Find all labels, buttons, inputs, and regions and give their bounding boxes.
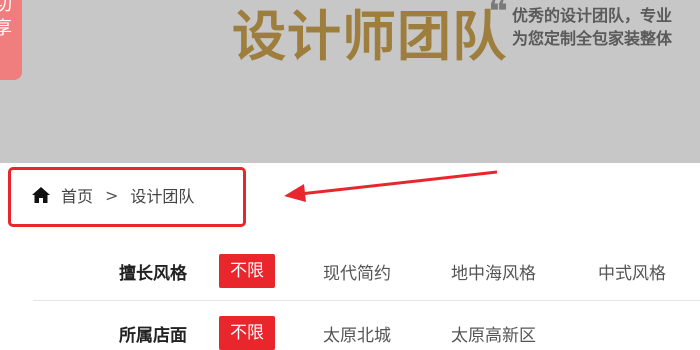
share-tab-glyph-2: 享 xyxy=(0,18,12,39)
banner-slogan-line1: 优秀的设计团队，专业 xyxy=(512,6,673,25)
share-tab-glyph-1: 功 xyxy=(0,0,12,15)
filter-divider xyxy=(33,300,700,301)
filter-option-store-north[interactable]: 太原北城 xyxy=(323,321,391,346)
filter-option-style-modern[interactable]: 现代简约 xyxy=(323,259,391,284)
banner-title: 设计师团队 xyxy=(232,5,507,68)
filter-label-style: 擅长风格 xyxy=(119,263,187,284)
top-banner: 功 享 设计师团队 ❝ 优秀的设计团队，专业 为您定制全包家装整体 xyxy=(0,0,700,163)
filter-option-style-mediterranean[interactable]: 地中海风格 xyxy=(451,259,536,284)
filter-label-store: 所属店面 xyxy=(119,325,187,346)
filter-option-style-any[interactable]: 不限 xyxy=(219,254,275,288)
quote-icon: ❝ xyxy=(488,0,508,32)
filter-option-store-hightech[interactable]: 太原高新区 xyxy=(451,321,536,346)
share-tab[interactable]: 功 享 xyxy=(0,0,22,80)
filter-option-style-chinese[interactable]: 中式风格 xyxy=(598,259,666,284)
banner-slogan-line2: 为您定制全包家装整体 xyxy=(512,29,673,48)
highlight-box xyxy=(8,167,246,227)
